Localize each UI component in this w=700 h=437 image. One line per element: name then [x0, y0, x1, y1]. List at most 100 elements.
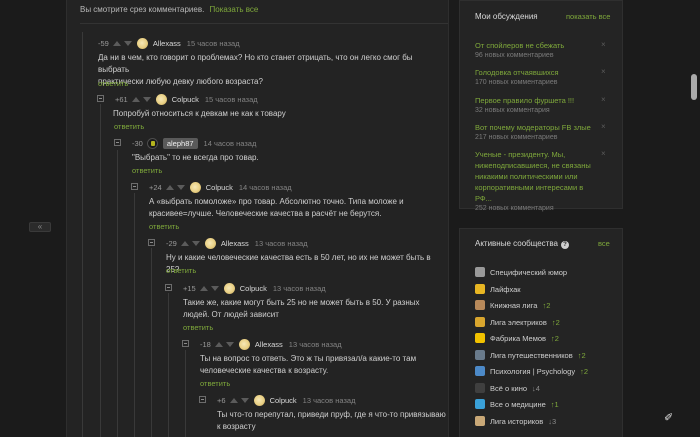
- avatar[interactable]: [238, 338, 250, 350]
- discussion-title[interactable]: никакими политическими или: [475, 171, 595, 182]
- discussion-item[interactable]: Вот почему модераторы FB злые 217 новых …: [475, 122, 595, 143]
- community-item[interactable]: Лига электриков ↑2: [475, 316, 560, 328]
- comment-time[interactable]: 13 часов назад: [289, 340, 342, 349]
- community-item[interactable]: Лайфхак: [475, 283, 526, 295]
- reply-link[interactable]: ответить: [183, 323, 213, 332]
- comment-time[interactable]: 13 часов назад: [255, 239, 308, 248]
- close-icon[interactable]: ×: [601, 95, 606, 104]
- close-icon[interactable]: ×: [601, 67, 606, 76]
- show-all-discussions-link[interactable]: показать все: [566, 12, 610, 21]
- upvote-icon[interactable]: [229, 397, 238, 403]
- avatar[interactable]: [155, 93, 167, 105]
- avatar[interactable]: [223, 282, 235, 294]
- comment-author[interactable]: Allexass: [255, 340, 283, 349]
- comment-time[interactable]: 14 часов назад: [239, 183, 292, 192]
- discussion-title[interactable]: Голодовка отчаявшихся: [475, 67, 595, 78]
- downvote-icon[interactable]: [123, 40, 132, 46]
- upvote-icon[interactable]: [112, 40, 121, 46]
- collapse-toggle-icon[interactable]: [199, 396, 206, 403]
- discussion-title[interactable]: Первое правило фуршета !!!: [475, 95, 595, 106]
- community-item[interactable]: Психология | Psychology ↑2: [475, 365, 588, 377]
- community-name[interactable]: Всё о кино: [490, 384, 527, 393]
- discussion-item[interactable]: Ученые - президенту. Мы, нижеподписавшие…: [475, 149, 595, 214]
- collapse-toggle-icon[interactable]: [97, 95, 104, 102]
- comment-time[interactable]: 13 часов назад: [303, 396, 356, 405]
- downvote-icon[interactable]: [210, 285, 219, 291]
- avatar[interactable]: [136, 37, 148, 49]
- comment-author[interactable]: Colpuck: [172, 95, 199, 104]
- community-item[interactable]: Лига путешественников ↑2: [475, 349, 586, 361]
- community-name[interactable]: Фабрика Мемов: [490, 334, 546, 343]
- scrollbar-thumb[interactable]: [691, 74, 697, 100]
- downvote-icon[interactable]: [191, 240, 200, 246]
- reply-link[interactable]: ответить: [166, 266, 196, 275]
- community-item[interactable]: Фабрика Мемов ↑2: [475, 332, 559, 344]
- comment-author[interactable]: Colpuck: [240, 284, 267, 293]
- community-name[interactable]: Все о медицине: [490, 400, 546, 409]
- downvote-icon[interactable]: [142, 96, 151, 102]
- discussion-title[interactable]: От спойлеров не сбежать: [475, 40, 595, 51]
- upvote-icon[interactable]: [214, 341, 223, 347]
- comment-time[interactable]: 15 часов назад: [205, 95, 258, 104]
- community-name[interactable]: Лига путешественников: [490, 351, 573, 360]
- community-name[interactable]: Книжная лига: [490, 301, 537, 310]
- community-name[interactable]: Лига историков: [490, 417, 543, 426]
- avatar[interactable]: [146, 137, 158, 149]
- comment-author[interactable]: Allexass: [153, 39, 181, 48]
- community-name[interactable]: Психология | Psychology: [490, 367, 575, 376]
- avatar[interactable]: [253, 394, 265, 406]
- reply-link[interactable]: ответить: [114, 122, 144, 131]
- help-icon[interactable]: ?: [560, 241, 569, 249]
- upvote-icon[interactable]: [180, 240, 189, 246]
- discussion-title[interactable]: Ученые - президенту. Мы,: [475, 149, 595, 160]
- avatar[interactable]: [204, 237, 216, 249]
- upvote-icon[interactable]: [199, 285, 208, 291]
- discussion-item[interactable]: Голодовка отчаявшихся 170 новых коммента…: [475, 67, 595, 88]
- collapse-toggle-icon[interactable]: [182, 340, 189, 347]
- show-all-comments-link[interactable]: Показать все: [210, 5, 259, 14]
- community-item[interactable]: Лига историков ↓3: [475, 415, 556, 427]
- close-icon[interactable]: ×: [601, 122, 606, 131]
- upvote-icon[interactable]: [131, 96, 140, 102]
- collapse-column-button[interactable]: «: [29, 222, 51, 232]
- community-item[interactable]: Книжная лига ↑2: [475, 299, 550, 311]
- reply-link[interactable]: ответить: [149, 222, 179, 231]
- upvote-icon[interactable]: [165, 184, 174, 190]
- reply-link[interactable]: ответить: [132, 166, 162, 175]
- trend-up-icon: ↑2: [580, 366, 589, 376]
- collapse-toggle-icon[interactable]: [114, 139, 121, 146]
- paint-bucket-icon[interactable]: ✐: [664, 412, 676, 424]
- close-icon[interactable]: ×: [601, 40, 606, 49]
- reply-link[interactable]: ответить: [98, 79, 128, 88]
- discussion-title[interactable]: нижеподписавшиеся, не связаны: [475, 160, 595, 171]
- community-name[interactable]: Лига электриков: [490, 318, 547, 327]
- comment-author[interactable]: Colpuck: [206, 183, 233, 192]
- discussion-item[interactable]: От спойлеров не сбежать 96 новых коммент…: [475, 40, 595, 61]
- downvote-icon[interactable]: [240, 397, 249, 403]
- community-name[interactable]: Лайфхак: [490, 285, 521, 294]
- discussion-title[interactable]: корпоративными интересами в РФ...: [475, 182, 595, 204]
- avatar[interactable]: [189, 181, 201, 193]
- collapse-toggle-icon[interactable]: [131, 183, 138, 190]
- comment-time[interactable]: 15 часов назад: [187, 39, 240, 48]
- close-icon[interactable]: ×: [601, 149, 606, 158]
- downvote-icon[interactable]: [225, 341, 234, 347]
- discussion-title[interactable]: Вот почему модераторы FB злые: [475, 122, 595, 133]
- comment-author[interactable]: Colpuck: [270, 396, 297, 405]
- community-name[interactable]: Специфический юмор: [490, 268, 567, 277]
- collapse-toggle-icon[interactable]: [165, 284, 172, 291]
- community-item[interactable]: Всё о кино ↓4: [475, 382, 540, 394]
- comment-time[interactable]: 14 часов назад: [204, 139, 257, 148]
- comment-line: Ну и какие человеческие качества есть в …: [166, 253, 431, 274]
- downvote-icon[interactable]: [176, 184, 185, 190]
- community-item[interactable]: Все о медицине ↑1: [475, 398, 559, 410]
- all-communities-link[interactable]: все: [598, 239, 610, 248]
- discussion-item[interactable]: Первое правило фуршета !!! 32 новых комм…: [475, 95, 595, 116]
- collapse-toggle-icon[interactable]: [148, 239, 155, 246]
- comment-author[interactable]: Allexass: [221, 239, 249, 248]
- comment-author[interactable]: aleph87: [162, 137, 198, 149]
- reply-link[interactable]: ответить: [200, 379, 230, 388]
- comment-time[interactable]: 13 часов назад: [273, 284, 326, 293]
- scrollbar[interactable]: [688, 0, 700, 437]
- community-item[interactable]: Специфический юмор: [475, 266, 572, 278]
